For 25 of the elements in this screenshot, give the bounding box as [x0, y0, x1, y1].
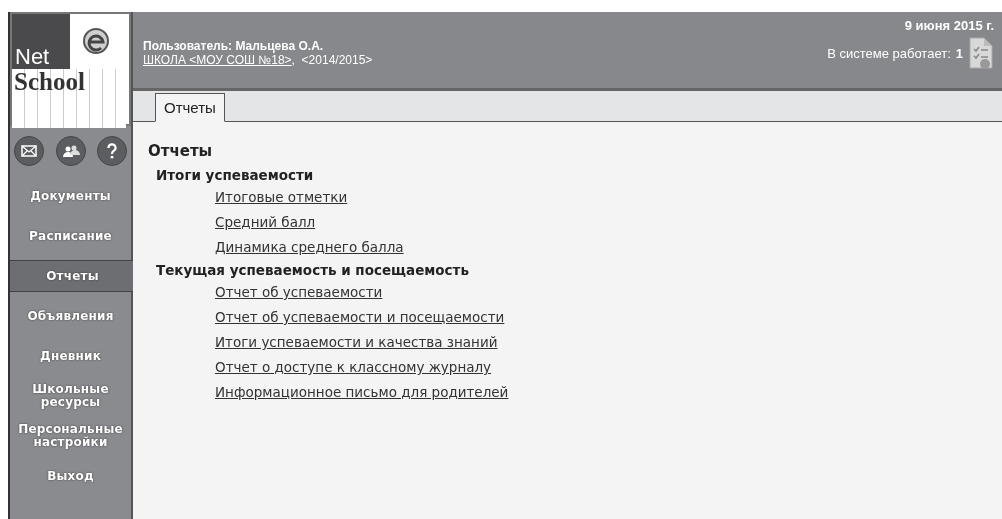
page-title: Отчеты: [148, 142, 213, 160]
user-name: Пользователь: Мальцева О.А.: [143, 39, 325, 53]
help-icon[interactable]: [97, 136, 127, 166]
tab[interactable]: Отчеты: [155, 93, 225, 122]
report-link[interactable]: Итоговые отметки: [215, 185, 348, 210]
school-link[interactable]: ШКОЛА <МОУ СОШ №18>: [143, 53, 292, 67]
logo-text: School: [13, 68, 85, 95]
date-text: 9 июня 2015 г.: [904, 18, 994, 33]
online-count: 1: [955, 45, 963, 61]
report-link[interactable]: Отчет об успеваемости: [215, 280, 383, 305]
report-link[interactable]: Отчет о доступе к классному журналу: [215, 355, 492, 380]
report-link[interactable]: Динамика среднего балла: [215, 235, 404, 260]
users-icon[interactable]: [55, 136, 86, 166]
document-icon: [968, 37, 994, 69]
report-link[interactable]: Информационное письмо для родителей: [215, 380, 509, 405]
report-link[interactable]: Итоги успеваемости и качества знаний: [215, 330, 498, 355]
report-link[interactable]: Средний балл: [215, 210, 316, 235]
online-label: В системе работает:: [827, 45, 951, 61]
section-heading: Итоги успеваемости: [156, 166, 314, 185]
school-year: , <2014/2015>: [291, 53, 373, 67]
nav-item[interactable]: Отчеты: [10, 260, 135, 292]
logo-text: Net: [15, 45, 50, 69]
report-link[interactable]: Отчет об успеваемости и посещаемости: [215, 305, 505, 330]
mail-icon[interactable]: [14, 136, 44, 166]
section-heading: Текущая успеваемость и посещаемость: [156, 261, 469, 280]
